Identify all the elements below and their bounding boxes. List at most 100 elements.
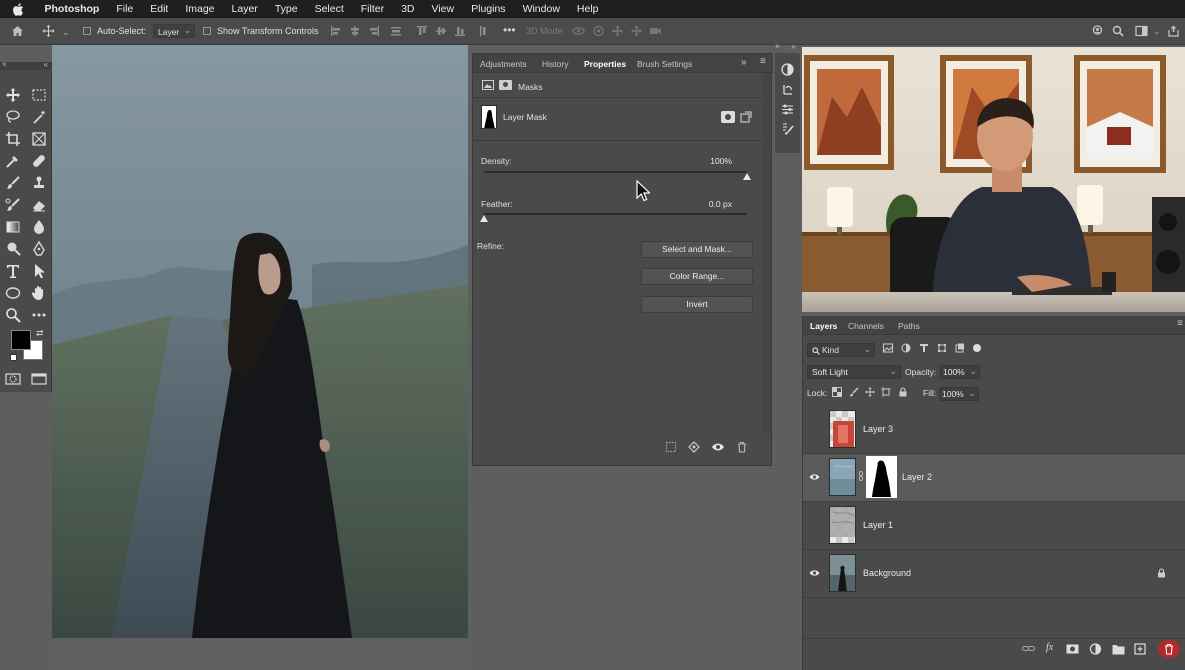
layer-row-layer-1[interactable]: Layer 1 [803, 502, 1185, 550]
visibility-eye-icon[interactable] [809, 569, 820, 577]
close-icon[interactable]: × [775, 42, 780, 51]
menu-help[interactable]: Help [568, 3, 607, 15]
distribute-vertical-icon[interactable] [478, 25, 491, 37]
filter-toggle-icon[interactable] [973, 344, 981, 352]
screen-mode-icon[interactable] [30, 370, 48, 388]
density-slider-thumb[interactable] [743, 173, 751, 180]
visibility-toggle[interactable] [809, 425, 820, 433]
marquee-tool-icon[interactable] [30, 86, 48, 104]
new-group-icon[interactable] [1112, 643, 1125, 655]
3d-orbit-icon[interactable] [572, 25, 585, 37]
menu-view[interactable]: View [423, 3, 463, 15]
healing-brush-icon[interactable] [30, 152, 48, 170]
distribute-icon[interactable] [390, 25, 403, 37]
link-layers-icon[interactable] [1022, 643, 1035, 655]
pen-tool-icon[interactable] [30, 240, 48, 258]
type-tool-icon[interactable] [4, 262, 22, 280]
delete-layer-icon[interactable] [1158, 640, 1180, 658]
layer-thumbnail[interactable] [829, 506, 856, 544]
lock-artboard-icon[interactable] [881, 387, 891, 397]
properties-scrollbar[interactable] [763, 73, 771, 433]
lasso-tool-icon[interactable] [4, 108, 22, 126]
clone-stamp-icon[interactable] [30, 174, 48, 192]
visibility-eye-icon[interactable] [809, 473, 820, 481]
chevron-down-icon[interactable]: ⌄ [1153, 26, 1161, 37]
color-panel-icon[interactable] [781, 63, 794, 76]
layer-thumbnail[interactable] [829, 458, 856, 496]
3d-pan-icon[interactable] [611, 25, 624, 37]
menu-3d[interactable]: 3D [393, 3, 423, 15]
menu-select[interactable]: Select [306, 3, 352, 15]
new-adjustment-layer-icon[interactable] [1089, 643, 1102, 655]
fill-field[interactable]: 100% ⌄ [939, 387, 979, 401]
magic-wand-icon[interactable] [30, 108, 48, 126]
mask-link-icon[interactable] [859, 471, 863, 481]
menu-filter[interactable]: Filter [352, 3, 392, 15]
lock-transparency-icon[interactable] [832, 387, 842, 397]
eraser-tool-icon[interactable] [30, 196, 48, 214]
ellipse-tool-icon[interactable] [4, 284, 22, 302]
menu-edit[interactable]: Edit [142, 3, 177, 15]
align-left-icon[interactable] [330, 25, 343, 37]
share-icon[interactable] [1167, 25, 1180, 37]
select-and-mask-button[interactable]: Select and Mask... [641, 241, 753, 258]
collapse-icon[interactable]: » [791, 42, 795, 51]
layer-mask-thumbnail[interactable] [481, 105, 497, 129]
swap-colors-icon[interactable]: ⇄ [36, 328, 44, 339]
feather-slider-thumb[interactable] [480, 215, 488, 222]
layer-thumbnail[interactable] [829, 410, 856, 448]
filter-pixel-icon[interactable] [883, 343, 893, 353]
layer-name[interactable]: Layer 3 [863, 424, 893, 434]
layer-name[interactable]: Background [863, 568, 911, 578]
menu-type[interactable]: Type [266, 3, 306, 15]
home-icon[interactable] [11, 25, 24, 37]
pixel-mask-icon[interactable] [482, 80, 494, 90]
align-center-icon[interactable] [349, 25, 362, 37]
dodge-tool-icon[interactable] [4, 240, 22, 258]
close-icon[interactable]: × [2, 60, 7, 69]
load-selection-icon[interactable] [665, 441, 677, 453]
history-brush-icon[interactable] [4, 196, 22, 214]
feather-slider-track[interactable] [484, 213, 747, 215]
layer-row-layer-3[interactable]: Layer 3 [803, 406, 1185, 454]
tab-layers[interactable]: Layers [810, 321, 837, 331]
filter-shape-icon[interactable] [937, 343, 947, 353]
chevron-down-icon[interactable]: ⌄ [62, 27, 70, 38]
add-mask-icon[interactable] [1066, 643, 1079, 655]
3d-slide-icon[interactable] [630, 25, 643, 37]
share-person-icon[interactable] [1091, 25, 1104, 37]
layer-filter-dropdown[interactable]: Kind ⌄ [807, 343, 875, 357]
align-top-icon[interactable] [416, 25, 429, 37]
menu-app-name[interactable]: Photoshop [36, 3, 108, 15]
layer-row-background[interactable]: Background [803, 550, 1185, 598]
layer-thumbnail[interactable] [829, 554, 856, 592]
brush-tool-icon[interactable] [4, 174, 22, 192]
more-tools-icon[interactable] [30, 306, 48, 324]
menu-layer[interactable]: Layer [223, 3, 266, 15]
blur-tool-icon[interactable] [30, 218, 48, 236]
blend-mode-dropdown[interactable]: Soft Light ⌄ [807, 365, 901, 379]
search-icon[interactable] [1112, 25, 1125, 37]
adjustments-panel-icon[interactable] [781, 103, 794, 116]
menu-file[interactable]: File [108, 3, 142, 15]
3d-roll-icon[interactable] [592, 25, 605, 37]
layer-mask-thumbnail[interactable] [866, 456, 897, 498]
crop-tool-icon[interactable] [4, 130, 22, 148]
align-bottom-icon[interactable] [454, 25, 467, 37]
density-value-field[interactable]: 100% [706, 154, 750, 167]
align-middle-icon[interactable] [435, 25, 448, 37]
default-colors-icon[interactable] [10, 354, 17, 361]
mask-options-icon[interactable] [740, 111, 752, 123]
feather-value-field[interactable]: 0.0 px [706, 197, 750, 210]
trash-icon[interactable] [736, 441, 748, 453]
path-selection-icon[interactable] [30, 262, 48, 280]
frame-tool-icon[interactable] [30, 130, 48, 148]
menu-image[interactable]: Image [177, 3, 223, 15]
tab-paths[interactable]: Paths [898, 321, 920, 331]
brush-settings-panel-icon[interactable] [781, 123, 794, 136]
new-layer-icon[interactable] [1134, 643, 1147, 655]
foreground-color-swatch[interactable] [11, 330, 31, 350]
visibility-toggle[interactable] [809, 521, 820, 529]
move-tool-icon[interactable] [42, 25, 55, 37]
hand-tool-icon[interactable] [30, 284, 48, 302]
